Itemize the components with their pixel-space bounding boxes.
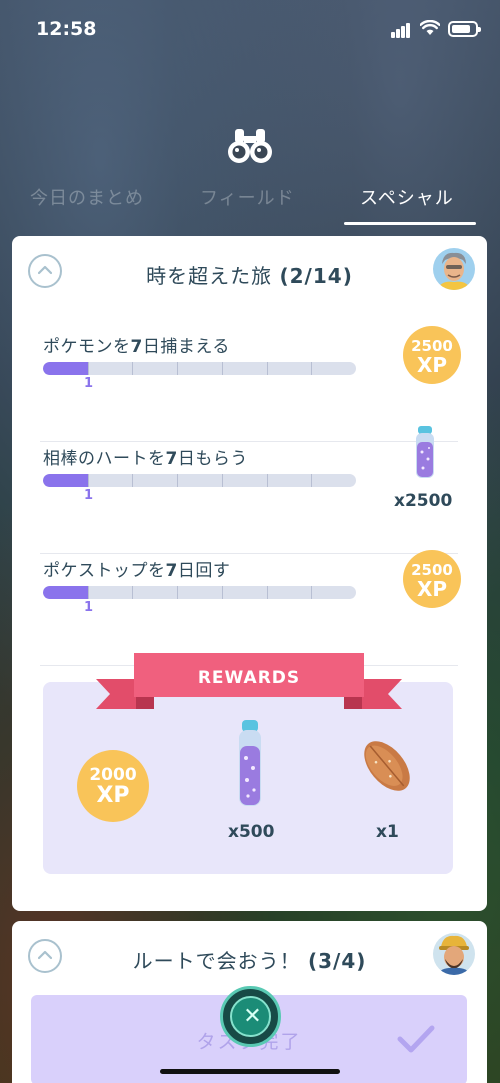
close-button-inner: ✕ (230, 996, 271, 1037)
bread-icon (364, 741, 410, 791)
research-step-count: (2/14) (279, 264, 353, 288)
task-progress-count: 1 (84, 488, 94, 503)
cellular-signal-icon (391, 22, 413, 38)
progress-segment-divider (221, 586, 223, 599)
close-icon: ✕ (243, 1004, 262, 1029)
task-row[interactable]: ポケモンを7日捕まえる 1 2500 XP (40, 326, 461, 442)
progress-segment-divider (87, 586, 89, 599)
progress-segment-divider (177, 474, 179, 487)
progress-segment-divider (221, 362, 223, 375)
task-label: ポケモンを7日捕まえる (43, 337, 230, 357)
active-tab-indicator (344, 222, 476, 225)
xp-reward-badge: 2000 XP (77, 750, 149, 822)
npc-avatar (433, 933, 475, 975)
progress-segment-divider (132, 586, 134, 599)
rewards-banner: REWARDS (197, 668, 301, 688)
research-title-text: 時を超えた旅 (146, 264, 273, 288)
stardust-potion-icon (239, 720, 261, 806)
task-progress-count: 1 (84, 376, 94, 391)
task-progress-bar (43, 474, 356, 487)
task-row[interactable]: 相棒のハートを7日もらう 1 x2500 (40, 426, 458, 554)
progress-segment-divider (87, 474, 89, 487)
research-title: 時を超えた旅 (2/14) (12, 260, 487, 289)
progress-segment-divider (177, 362, 179, 375)
task-progress-bar (43, 586, 356, 599)
tab-field[interactable]: フィールド (200, 184, 295, 210)
reward-quantity: x500 (228, 822, 275, 842)
status-bar: 12:58 (0, 0, 500, 60)
task-progress-fill (43, 474, 88, 487)
checkmark-icon (397, 1025, 435, 1053)
progress-segment-divider (221, 474, 223, 487)
research-title-text: ルートで会おう！ (132, 949, 301, 973)
task-progress-count: 1 (84, 600, 94, 615)
xp-reward-badge: 2500 XP (403, 326, 461, 384)
research-title: ルートで会おう！ (3/4) (12, 945, 487, 974)
progress-segment-divider (266, 474, 268, 487)
binoculars-icon (228, 129, 272, 163)
task-row[interactable]: ポケストップを7日回す 1 2500 XP (40, 550, 461, 666)
progress-segment-divider (311, 586, 313, 599)
special-research-card: 時を超えた旅 (2/14) ポケモンを7日捕まえる 1 2500 XP 相棒のハ… (12, 236, 487, 911)
task-progress-bar (43, 362, 356, 375)
progress-segment-divider (311, 362, 313, 375)
research-step-count: (3/4) (307, 949, 367, 973)
tab-special[interactable]: スペシャル (360, 184, 454, 210)
wifi-icon (420, 20, 440, 35)
divider (40, 553, 458, 554)
reward-quantity: x2500 (394, 491, 453, 511)
close-button[interactable]: ✕ (220, 986, 281, 1047)
progress-segment-divider (266, 586, 268, 599)
progress-segment-divider (87, 362, 89, 375)
status-time: 12:58 (36, 18, 97, 40)
task-label: 相棒のハートを7日もらう (43, 449, 248, 469)
xp-reward-badge: 2500 XP (403, 550, 461, 608)
home-indicator (160, 1069, 340, 1074)
progress-segment-divider (266, 362, 268, 375)
progress-segment-divider (132, 474, 134, 487)
divider (40, 441, 458, 442)
progress-segment-divider (132, 362, 134, 375)
battery-icon (448, 21, 481, 37)
research-tabs: 今日のまとめ フィールド スペシャル (0, 184, 500, 228)
task-label: ポケストップを7日回す (43, 561, 231, 581)
task-progress-fill (43, 586, 88, 599)
progress-segment-divider (177, 586, 179, 599)
progress-segment-divider (311, 474, 313, 487)
stardust-potion-icon (416, 426, 434, 478)
reward-quantity: x1 (376, 822, 399, 842)
task-progress-fill (43, 362, 88, 375)
professor-avatar (433, 248, 475, 290)
tab-today[interactable]: 今日のまとめ (30, 184, 144, 210)
